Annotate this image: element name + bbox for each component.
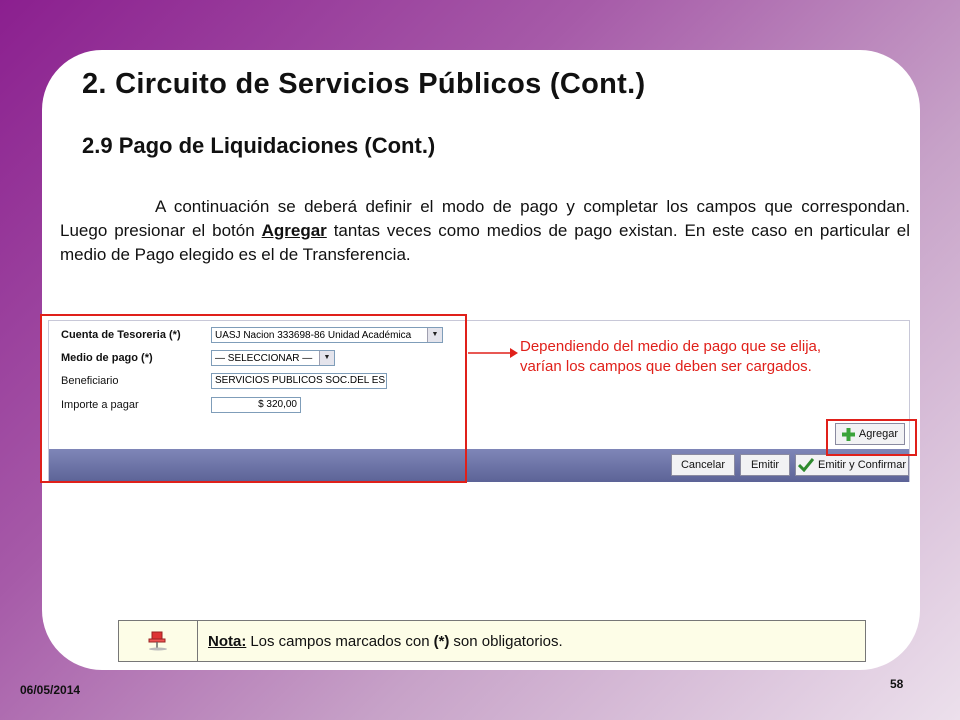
emitir-confirmar-label: Emitir y Confirmar [817, 459, 906, 471]
checkmark-icon [797, 458, 814, 472]
note-text-after: son obligatorios. [453, 632, 563, 650]
pushpin-icon [148, 631, 167, 651]
emitir-confirmar-button[interactable]: Emitir y Confirmar [795, 454, 909, 476]
note-box: Nota: Los campos marcados con (*) son ob… [118, 620, 866, 662]
note-text: Nota: Los campos marcados con (*) son ob… [198, 621, 563, 661]
arrow-right-icon [468, 348, 518, 358]
agregar-highlight [826, 419, 917, 456]
footer-date: 06/05/2014 [20, 683, 81, 697]
emitir-button[interactable]: Emitir [740, 454, 790, 476]
emitir-label: Emitir [750, 459, 780, 471]
page-number: 58 [890, 677, 904, 691]
form-fields-highlight [40, 314, 467, 483]
note-text-before: Los campos marcados con [250, 632, 430, 650]
note-icon-cell [119, 621, 198, 661]
instruction-paragraph: A continuación se deberá definir el modo… [60, 195, 910, 267]
section-subtitle: 2.9 Pago de Liquidaciones (Cont.) [82, 133, 436, 158]
cancelar-label: Cancelar [680, 459, 726, 471]
paragraph-keyword: Agregar [261, 221, 327, 240]
page-title: 2. Circuito de Servicios Públicos (Cont.… [82, 68, 646, 100]
cancelar-button[interactable]: Cancelar [671, 454, 735, 476]
note-label: Nota: [208, 632, 247, 650]
annotation-text: Dependiendo del medio de pago que se eli… [520, 338, 822, 375]
note-asterisk: (*) [433, 632, 450, 650]
